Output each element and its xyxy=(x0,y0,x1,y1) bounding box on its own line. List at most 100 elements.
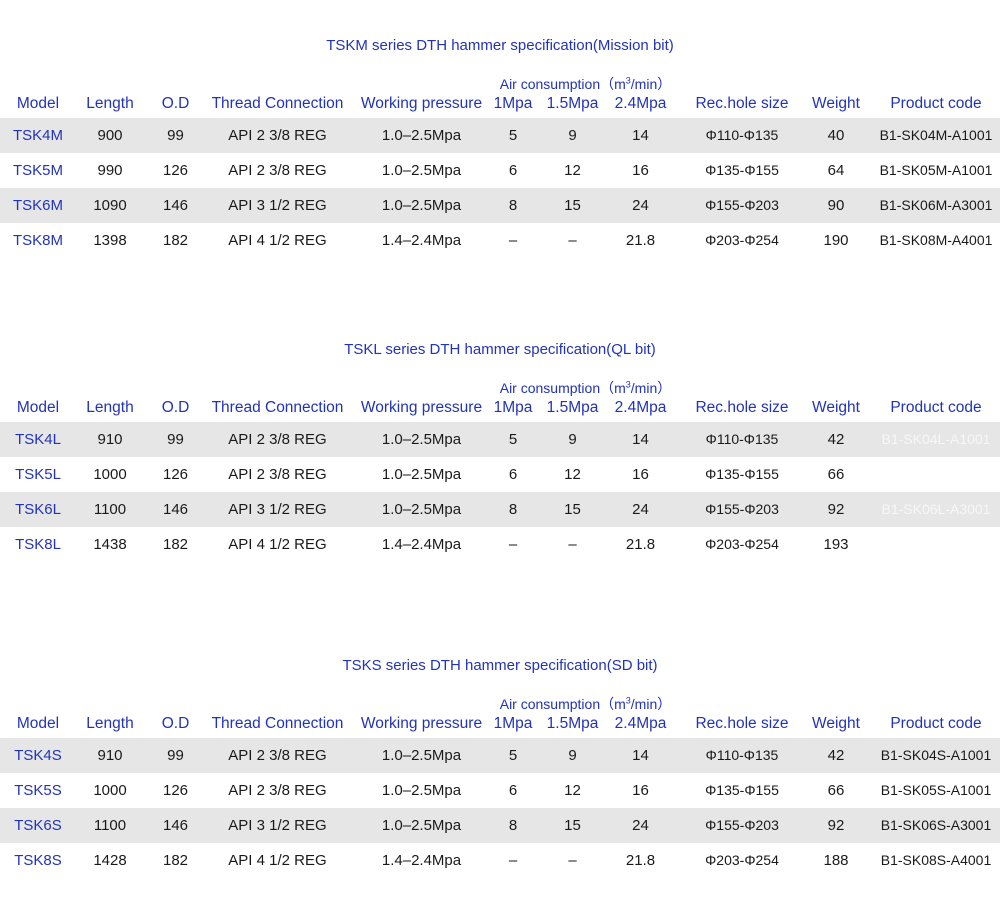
model-cell: TSK8M xyxy=(12,232,63,249)
header-od: O.D xyxy=(161,95,190,112)
product-code-cell: B1-SK08S-A4001 xyxy=(880,852,992,868)
header-model: Model xyxy=(16,399,60,416)
model-cell: TSK6L xyxy=(15,501,61,518)
length-cell: 1398 xyxy=(93,232,127,249)
air-consumption-heading: Air consumption（m3/min） xyxy=(499,75,672,92)
table-row: TSK5M 990 126 API 2 3/8 REG 1.0–2.5Mpa 6… xyxy=(0,153,1000,188)
air-15mpa-cell: 9 xyxy=(568,127,577,144)
od-cell: 99 xyxy=(167,127,184,144)
air-1mpa-cell: 5 xyxy=(508,127,518,144)
header-row: Model Length O.D Thread Connection Worki… xyxy=(0,712,1000,736)
hole-size-cell: Φ110-Φ135 xyxy=(705,431,779,447)
product-code-cell: B1-SK04M-A1001 xyxy=(879,127,993,143)
air-24mpa-cell: 16 xyxy=(632,782,649,799)
air-24mpa-cell: 24 xyxy=(632,817,649,834)
air-1mpa-cell: 5 xyxy=(508,747,518,764)
header-product-code: Product code xyxy=(890,95,982,112)
air-15mpa-cell: 15 xyxy=(564,197,581,214)
table-row: TSK4L 910 99 API 2 3/8 REG 1.0–2.5Mpa 5 … xyxy=(0,422,1000,457)
od-cell: 99 xyxy=(167,747,184,764)
weight-cell: 190 xyxy=(823,232,849,249)
air-1mpa-cell: – xyxy=(508,852,518,869)
model-cell: TSK5M xyxy=(12,162,63,179)
air-1mpa-cell: – xyxy=(508,232,518,249)
product-code-cell: B1-SK06M-A3001 xyxy=(879,197,993,213)
table-row: TSK6S 1100 146 API 3 1/2 REG 1.0–2.5Mpa … xyxy=(0,808,1000,843)
header-length: Length xyxy=(86,95,134,112)
product-code-cell: B1-SK05M-A1001 xyxy=(879,162,993,178)
length-cell: 1428 xyxy=(93,852,127,869)
thread-cell: API 4 1/2 REG xyxy=(228,536,327,553)
air-24mpa-cell: 14 xyxy=(632,431,649,448)
air-15mpa-cell: – xyxy=(568,536,577,553)
model-cell: TSK8L xyxy=(15,536,61,553)
header-air-15mpa: 1.5Mpa xyxy=(546,95,599,112)
header-model: Model xyxy=(16,95,60,112)
header-pressure: Working pressure xyxy=(360,399,483,416)
length-cell: 910 xyxy=(97,747,123,764)
weight-cell: 92 xyxy=(827,817,845,834)
thread-cell: API 2 3/8 REG xyxy=(228,747,327,764)
air-consumption-heading: Air consumption（m3/min） xyxy=(499,695,672,712)
air-15mpa-cell: – xyxy=(568,852,577,869)
hole-size-cell: Φ135-Φ155 xyxy=(705,466,779,482)
pressure-cell: 1.0–2.5Mpa xyxy=(381,466,462,483)
air-24mpa-cell: 14 xyxy=(632,127,649,144)
table-row: TSK6L 1100 146 API 3 1/2 REG 1.0–2.5Mpa … xyxy=(0,492,1000,527)
weight-cell: 42 xyxy=(827,431,845,448)
air-1mpa-cell: 8 xyxy=(508,501,518,518)
hole-size-cell: Φ203-Φ254 xyxy=(705,232,779,248)
air-consumption-heading: Air consumption（m3/min） xyxy=(499,379,672,396)
table-row: TSK4S 910 99 API 2 3/8 REG 1.0–2.5Mpa 5 … xyxy=(0,738,1000,773)
air-1mpa-cell: – xyxy=(508,536,518,553)
model-cell: TSK4L xyxy=(15,431,61,448)
weight-cell: 40 xyxy=(827,127,845,144)
header-product-code: Product code xyxy=(890,399,982,416)
length-cell: 1100 xyxy=(93,817,127,834)
air-24mpa-cell: 24 xyxy=(632,501,649,518)
hole-size-cell: Φ135-Φ155 xyxy=(705,162,779,178)
length-cell: 1100 xyxy=(93,501,127,518)
air-15mpa-cell: 12 xyxy=(564,162,581,179)
air-24mpa-cell: 24 xyxy=(632,197,649,214)
weight-cell: 66 xyxy=(827,466,845,483)
product-code-cell: B1-SK06L-A3001 xyxy=(881,501,991,517)
length-cell: 910 xyxy=(97,431,123,448)
table-row: TSK5L 1000 126 API 2 3/8 REG 1.0–2.5Mpa … xyxy=(0,457,1000,492)
header-row: Model Length O.D Thread Connection Worki… xyxy=(0,92,1000,116)
od-cell: 126 xyxy=(162,466,189,483)
tskl-spec-section: TSKL series DTH hammer specification(QL … xyxy=(0,341,1000,561)
section-title: TSKM series DTH hammer specification(Mis… xyxy=(326,37,674,54)
header-hole-size: Rec.hole size xyxy=(695,95,789,112)
tskm-spec-section: TSKM series DTH hammer specification(Mis… xyxy=(0,37,1000,257)
header-air-24mpa: 2.4Mpa xyxy=(614,399,667,416)
air-1mpa-cell: 8 xyxy=(508,197,518,214)
air-15mpa-cell: 15 xyxy=(564,817,581,834)
thread-cell: API 2 3/8 REG xyxy=(228,782,327,799)
air-1mpa-cell: 6 xyxy=(508,782,518,799)
pressure-cell: 1.4–2.4Mpa xyxy=(381,232,462,249)
air-24mpa-cell: 16 xyxy=(632,162,649,179)
weight-cell: 188 xyxy=(823,852,849,869)
weight-cell: 42 xyxy=(827,747,845,764)
air-15mpa-cell: 9 xyxy=(568,747,577,764)
air-24mpa-cell: 21.8 xyxy=(625,232,656,249)
product-code-cell: B1-SK06S-A3001 xyxy=(880,817,992,833)
od-cell: 126 xyxy=(162,782,189,799)
header-hole-size: Rec.hole size xyxy=(695,399,789,416)
pressure-cell: 1.0–2.5Mpa xyxy=(381,747,462,764)
pressure-cell: 1.0–2.5Mpa xyxy=(381,127,462,144)
od-cell: 182 xyxy=(162,232,189,249)
table-row: TSK4M 900 99 API 2 3/8 REG 1.0–2.5Mpa 5 … xyxy=(0,118,1000,153)
pressure-cell: 1.4–2.4Mpa xyxy=(381,536,462,553)
weight-cell: 66 xyxy=(827,782,845,799)
hole-size-cell: Φ155-Φ203 xyxy=(705,197,779,213)
product-code-cell: B1-SK04L-A1001 xyxy=(881,431,991,447)
thread-cell: API 4 1/2 REG xyxy=(228,232,327,249)
product-code-cell: B1-SK08M-A4001 xyxy=(879,232,993,248)
model-cell: TSK6S xyxy=(14,817,62,834)
header-od: O.D xyxy=(161,399,190,416)
thread-cell: API 2 3/8 REG xyxy=(228,431,327,448)
header-product-code: Product code xyxy=(890,715,982,732)
tsks-spec-section: TSKS series DTH hammer specification(SD … xyxy=(0,657,1000,877)
